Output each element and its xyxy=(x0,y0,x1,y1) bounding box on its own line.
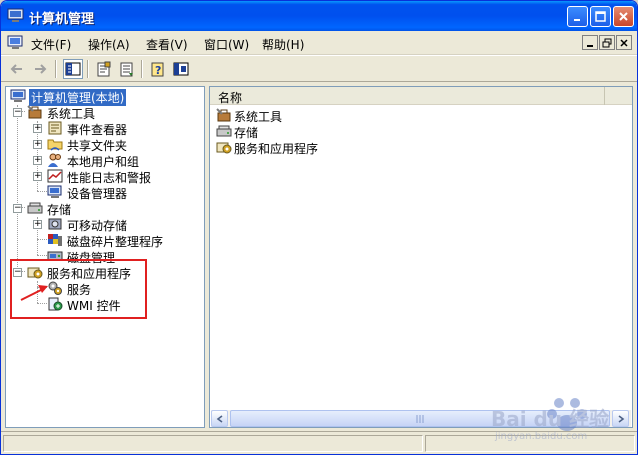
export-list-button[interactable] xyxy=(117,59,137,79)
menu-window[interactable]: 窗口(W) xyxy=(204,36,249,53)
window-title: 计算机管理 xyxy=(29,12,95,27)
menu-view[interactable]: 查看(V) xyxy=(146,36,188,53)
annotation-arrow-icon xyxy=(20,285,48,301)
tree-node-performance-logs[interactable]: + 性能日志和警报 xyxy=(6,168,202,185)
list-column-header: 名称 xyxy=(210,87,632,105)
computer-icon xyxy=(10,89,26,102)
list-item[interactable]: 服务和应用程序 xyxy=(214,139,414,156)
shared-folder-icon xyxy=(47,139,63,151)
collapse-toggle[interactable]: − xyxy=(13,204,22,213)
collapse-toggle[interactable]: − xyxy=(13,108,22,117)
content-area: 计算机管理(本地) − 系统工具 + 事件查看器 + 共享文件夹 + 本地用户和… xyxy=(5,86,633,428)
computer-management-window: 计算机管理 文件(F) 操作(A) 查看(V) 窗口(W) 帮助(H) ? 计算… xyxy=(0,0,638,455)
services-applications-icon xyxy=(216,142,232,154)
help-button[interactable]: ? xyxy=(148,59,168,79)
toolbar-separator xyxy=(141,60,143,78)
defragment-icon xyxy=(48,234,62,246)
tree-node-device-manager[interactable]: 设备管理器 xyxy=(6,184,202,201)
restore-icon xyxy=(602,38,612,47)
forward-arrow-icon xyxy=(35,64,47,74)
toolbox-icon xyxy=(27,105,42,119)
child-minimize-button[interactable] xyxy=(582,35,598,50)
watermark-brand: Bai du 经验 xyxy=(491,407,610,431)
status-panel xyxy=(3,435,423,452)
maximize-icon xyxy=(595,11,606,22)
tree-node-storage[interactable]: − 存储 xyxy=(6,200,202,217)
device-manager-icon xyxy=(47,185,62,198)
close-icon xyxy=(619,12,628,21)
tree-node-event-viewer[interactable]: + 事件查看器 xyxy=(6,120,202,137)
column-header-name[interactable]: 名称 xyxy=(210,87,605,105)
scroll-left-button[interactable] xyxy=(211,410,228,427)
expand-toggle[interactable]: + xyxy=(33,124,42,133)
show-hide-tree-button[interactable] xyxy=(63,59,83,79)
title-bar[interactable]: 计算机管理 xyxy=(1,1,637,31)
child-restore-button[interactable] xyxy=(599,35,615,50)
watermark-url: jingyan.baidu.com xyxy=(495,431,588,442)
properties-button[interactable] xyxy=(94,59,114,79)
expand-toggle[interactable]: + xyxy=(33,220,42,229)
tree-node-shared-folders[interactable]: + 共享文件夹 xyxy=(6,136,202,153)
storage-icon xyxy=(27,202,43,214)
toolbar: ? xyxy=(1,55,637,82)
storage-icon xyxy=(216,125,232,137)
show-hide-tree-icon xyxy=(65,62,81,76)
expand-toggle[interactable]: + xyxy=(33,172,42,181)
menu-action[interactable]: 操作(A) xyxy=(88,36,130,53)
back-button[interactable] xyxy=(7,59,27,79)
back-arrow-icon xyxy=(10,64,22,74)
forward-button[interactable] xyxy=(30,59,50,79)
details-list-pane[interactable]: 名称 系统工具 存储 服务和应用程序 xyxy=(209,86,633,428)
removable-storage-icon xyxy=(48,218,62,230)
tree-node-disk-defragmenter[interactable]: 磁盘碎片整理程序 xyxy=(6,232,202,249)
tree-node-system-tools[interactable]: − 系统工具 xyxy=(6,104,202,121)
document-window-icon[interactable] xyxy=(7,35,24,50)
toolbox-icon xyxy=(216,108,231,122)
event-viewer-icon xyxy=(48,121,62,135)
performance-chart-icon xyxy=(47,169,63,183)
close-icon xyxy=(620,38,628,47)
toolbar-separator xyxy=(87,60,89,78)
baidu-watermark: Bai du 经验 jingyan.baidu.com xyxy=(487,393,637,453)
grip-icon xyxy=(416,415,424,423)
close-button[interactable] xyxy=(613,6,634,27)
toolbar-separator xyxy=(55,60,57,78)
list-item-label: 服务和应用程序 xyxy=(234,142,319,156)
properties-icon xyxy=(97,61,111,77)
menu-help[interactable]: 帮助(H) xyxy=(262,36,304,53)
console-tree[interactable]: 计算机管理(本地) − 系统工具 + 事件查看器 + 共享文件夹 + 本地用户和… xyxy=(5,86,205,428)
chevron-left-icon xyxy=(216,414,222,423)
minimize-icon xyxy=(574,19,580,21)
users-group-icon xyxy=(48,153,61,167)
maximize-button[interactable] xyxy=(590,6,611,27)
svg-text:?: ? xyxy=(155,64,161,77)
menu-file[interactable]: 文件(F) xyxy=(31,36,71,53)
export-list-icon xyxy=(120,62,133,77)
expand-toggle[interactable]: + xyxy=(33,156,42,165)
menu-bar: 文件(F) 操作(A) 查看(V) 窗口(W) 帮助(H) xyxy=(1,31,637,55)
console-view-button[interactable] xyxy=(171,59,191,79)
list-item[interactable]: 存储 xyxy=(214,123,414,140)
tree-node-root[interactable]: 计算机管理(本地) xyxy=(8,88,204,106)
tree-node-local-users[interactable]: + 本地用户和组 xyxy=(6,152,202,169)
computer-management-icon xyxy=(7,8,24,22)
expand-toggle[interactable]: + xyxy=(33,140,42,149)
console-view-icon xyxy=(173,62,189,76)
minimize-icon xyxy=(587,44,593,47)
minimize-button[interactable] xyxy=(567,6,588,27)
child-close-button[interactable] xyxy=(616,35,632,50)
list-item[interactable]: 系统工具 xyxy=(214,107,414,124)
help-icon: ? xyxy=(151,62,164,77)
tree-node-removable-storage[interactable]: + 可移动存储 xyxy=(6,216,202,233)
